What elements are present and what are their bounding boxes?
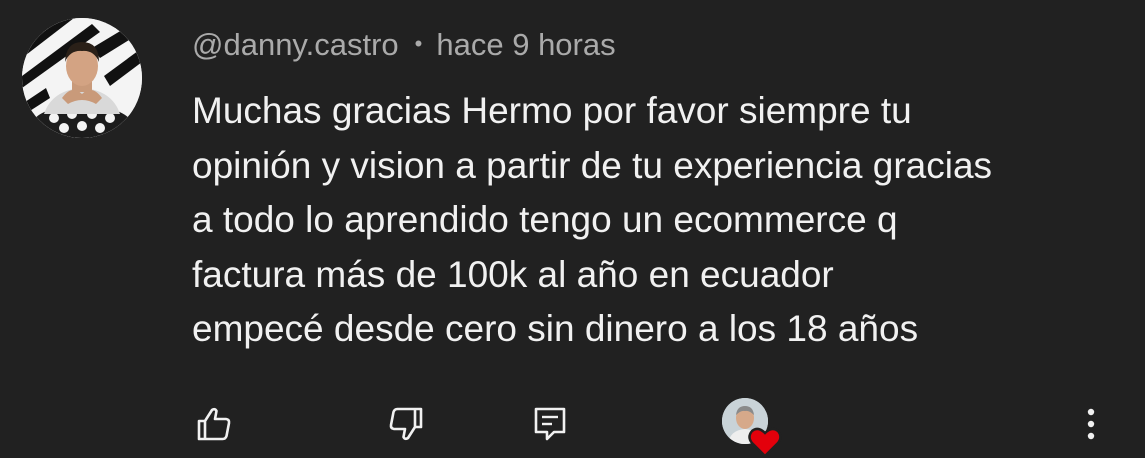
creator-heart <box>720 398 784 458</box>
thumbs-up-icon <box>197 407 231 441</box>
meta-separator: • <box>414 31 423 56</box>
reply-comment-icon <box>534 407 566 441</box>
comment-text-line: Muchas gracias Hermo por favor siempre t… <box>192 90 912 131</box>
like-button[interactable] <box>188 398 240 450</box>
reply-button[interactable] <box>524 398 576 450</box>
thumbs-down-icon <box>389 407 423 441</box>
comment-text-line: factura más de 100k al año en ecuador <box>192 253 834 295</box>
comment-text-line: empecé desde cero sin dinero a los 18 añ… <box>192 308 919 349</box>
heart-icon <box>748 427 782 458</box>
author-avatar[interactable] <box>22 18 142 138</box>
comment-thread: @danny.castro • hace 9 horas Muchas gracia… <box>0 0 1145 458</box>
more-options-button[interactable] <box>1065 398 1117 450</box>
comment-text-line: opinión y vision a partir de tu experien… <box>192 144 993 186</box>
more-vertical-icon <box>1087 408 1095 440</box>
comment-text: Muchas gracias Hermo por favor siempre t… <box>192 84 1112 357</box>
author-handle[interactable]: @danny.castro <box>192 27 399 62</box>
comment-timestamp[interactable]: hace 9 horas <box>436 27 615 62</box>
comment-text-line: a todo lo aprendido tengo un ecommerce q <box>192 199 898 240</box>
author-avatar-image <box>22 18 142 138</box>
comment-meta: @danny.castro • hace 9 horas <box>192 24 616 65</box>
dislike-button[interactable] <box>380 398 432 450</box>
